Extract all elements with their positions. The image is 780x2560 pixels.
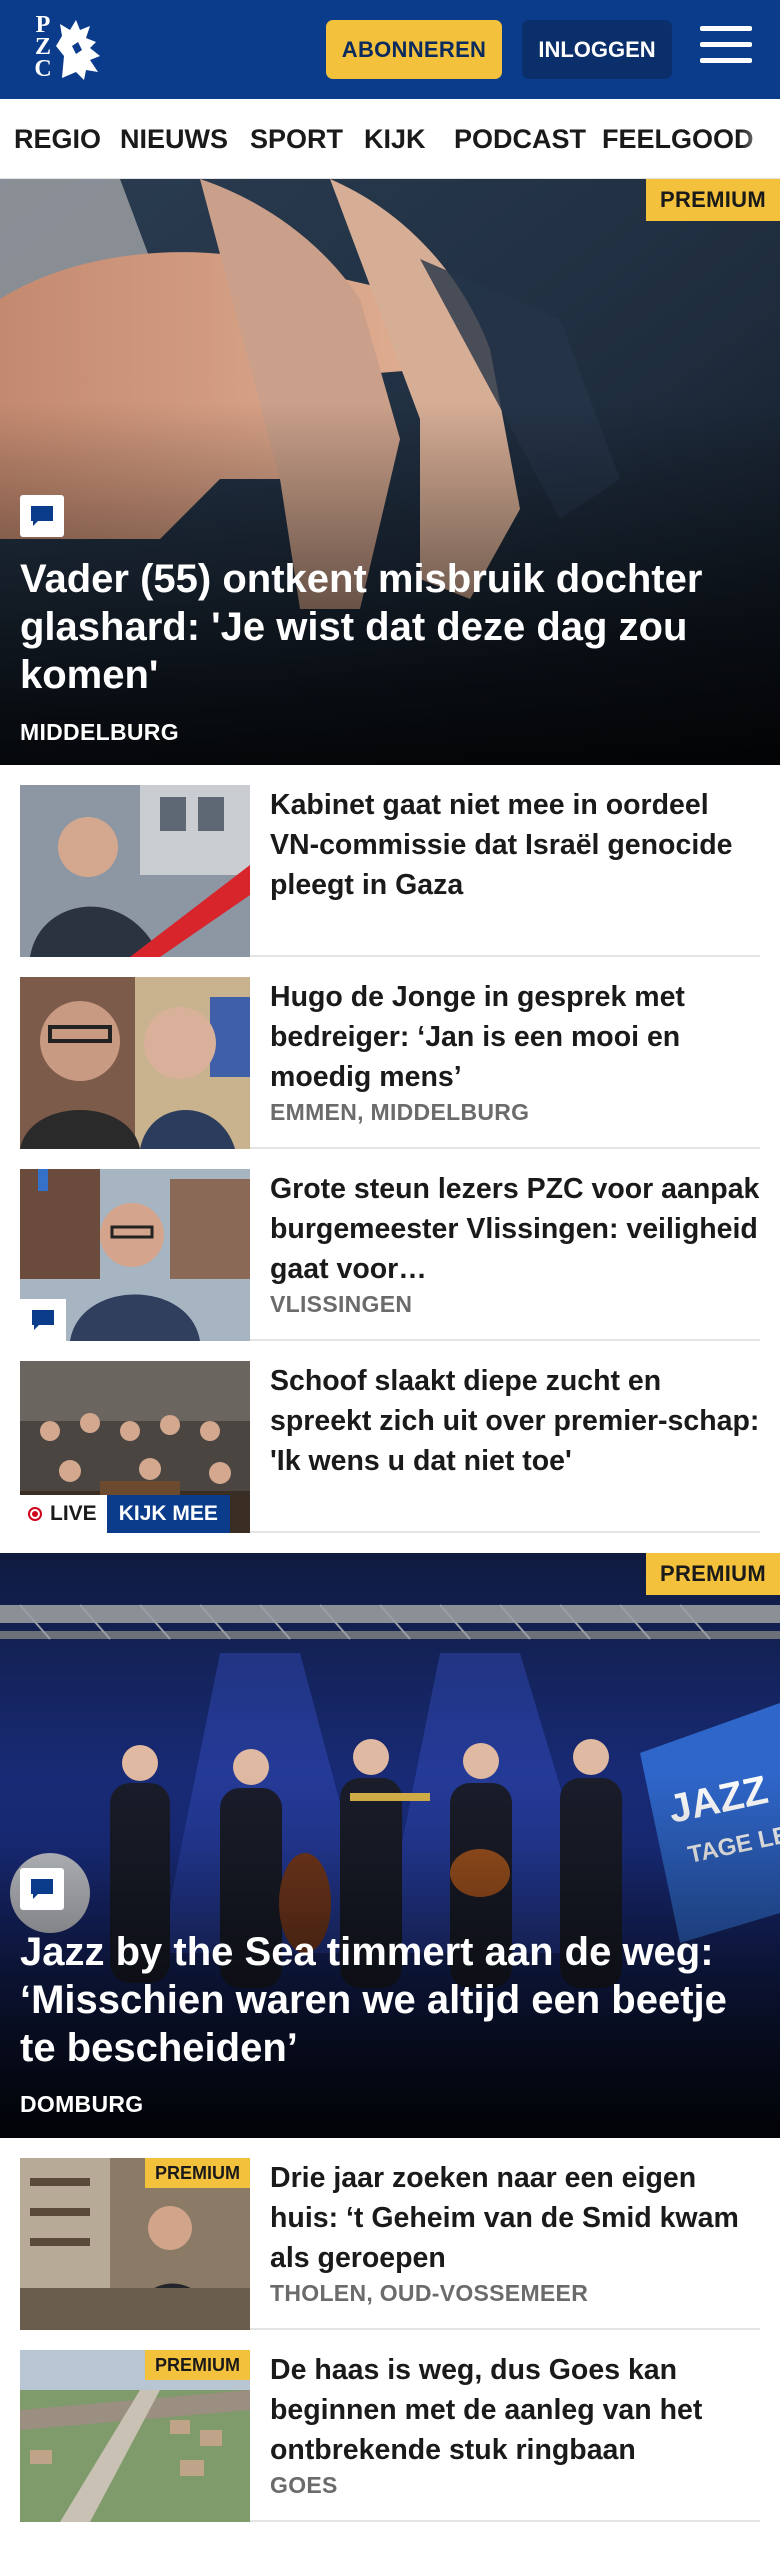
top-bar: PZC ABONNEREN INLOGGEN — [0, 0, 780, 99]
list-item[interactable]: Grote steun lezers PZC voor aanpak burge… — [20, 1149, 760, 1341]
watch-live-button[interactable]: KIJK MEE — [106, 1495, 230, 1533]
list-item[interactable]: LIVE KIJK MEE Schoof slaakt diepe zucht … — [20, 1341, 760, 1533]
article-headline[interactable]: Kabinet gaat niet mee in oordeel VN-comm… — [270, 785, 760, 905]
article-location: GOES — [270, 2472, 338, 2498]
premium-badge: PREMIUM — [145, 2350, 250, 2380]
list-item[interactable]: PREMIUM Drie jaar zoeken naar een eigen … — [20, 2138, 760, 2330]
premium-badge: PREMIUM — [145, 2158, 250, 2188]
hero-headline[interactable]: Vader (55) ontkent misbruik dochter glas… — [20, 555, 760, 699]
article-location: EMMEN, MIDDELBURG — [270, 1099, 530, 1125]
comment-icon — [20, 1868, 64, 1910]
nav-item-podcast[interactable]: PODCAST — [454, 124, 586, 155]
nav-item-kijk[interactable]: KIJK — [364, 124, 426, 155]
nav-item-feelgood[interactable]: FEELGOOD — [602, 124, 754, 155]
article-headline[interactable]: Drie jaar zoeken naar een eigen huis: ‘t… — [270, 2158, 760, 2278]
subscribe-button[interactable]: ABONNEREN — [326, 20, 502, 79]
hero-location: DOMBURG — [20, 2091, 144, 2117]
comment-icon — [20, 1299, 66, 1341]
article-headline[interactable]: Grote steun lezers PZC voor aanpak burge… — [270, 1169, 760, 1289]
article-thumbnail: LIVE KIJK MEE — [20, 1361, 250, 1533]
comment-icon — [20, 495, 64, 537]
article-location: VLISSINGEN — [270, 1291, 413, 1317]
live-label: LIVE — [50, 1502, 97, 1525]
article-thumbnail — [20, 1169, 250, 1341]
premium-badge: PREMIUM — [646, 1553, 780, 1595]
live-indicator: LIVE — [20, 1495, 107, 1533]
list-item[interactable]: Hugo de Jonge in gesprek met bedreiger: … — [20, 957, 760, 1149]
hero-article-2[interactable]: JAZZ TAGE LENK PREMIUM Jazz by the Sea t… — [0, 1553, 780, 2138]
nav-item-sport[interactable]: SPORT — [250, 124, 343, 155]
article-headline[interactable]: Schoof slaakt diepe zucht en spreekt zic… — [270, 1361, 760, 1481]
hero-headline[interactable]: Jazz by the Sea timmert aan de weg: ‘Mis… — [20, 1928, 760, 2072]
login-button[interactable]: INLOGGEN — [522, 20, 672, 79]
pzc-logo[interactable]: PZC — [28, 12, 110, 86]
nav-fade — [740, 99, 780, 178]
logo-letters: PZC — [34, 12, 52, 82]
list-item[interactable]: Kabinet gaat niet mee in oordeel VN-comm… — [20, 765, 760, 957]
article-headline[interactable]: Hugo de Jonge in gesprek met bedreiger: … — [270, 977, 760, 1097]
live-badge[interactable]: LIVE KIJK MEE — [20, 1495, 230, 1533]
hamburger-menu-icon[interactable] — [700, 26, 752, 72]
premium-badge: PREMIUM — [646, 179, 780, 221]
thumb-image-minister — [20, 785, 250, 957]
article-thumbnail: PREMIUM — [20, 2350, 250, 2522]
nav-item-nieuws[interactable]: NIEUWS — [120, 124, 228, 155]
article-thumbnail — [20, 785, 250, 957]
hero-article-1[interactable]: PREMIUM Vader (55) ontkent misbruik doch… — [0, 179, 780, 765]
article-headline[interactable]: De haas is weg, dus Goes kan beginnen me… — [270, 2350, 760, 2470]
pzc-lion-logo-icon — [56, 20, 100, 80]
list-item[interactable]: PREMIUM De haas is weg, dus Goes kan beg… — [20, 2330, 760, 2522]
hero-location: MIDDELBURG — [20, 719, 179, 745]
live-dot-icon — [28, 1507, 42, 1521]
article-thumbnail — [20, 977, 250, 1149]
thumb-image-two-men — [20, 977, 250, 1149]
article-thumbnail: PREMIUM — [20, 2158, 250, 2330]
nav-item-regio[interactable]: REGIO — [14, 124, 101, 155]
article-location: THOLEN, OUD-VOSSEMEER — [270, 2280, 589, 2306]
section-nav: REGIO NIEUWS SPORT KIJK PODCAST FEELGOOD — [0, 99, 780, 179]
